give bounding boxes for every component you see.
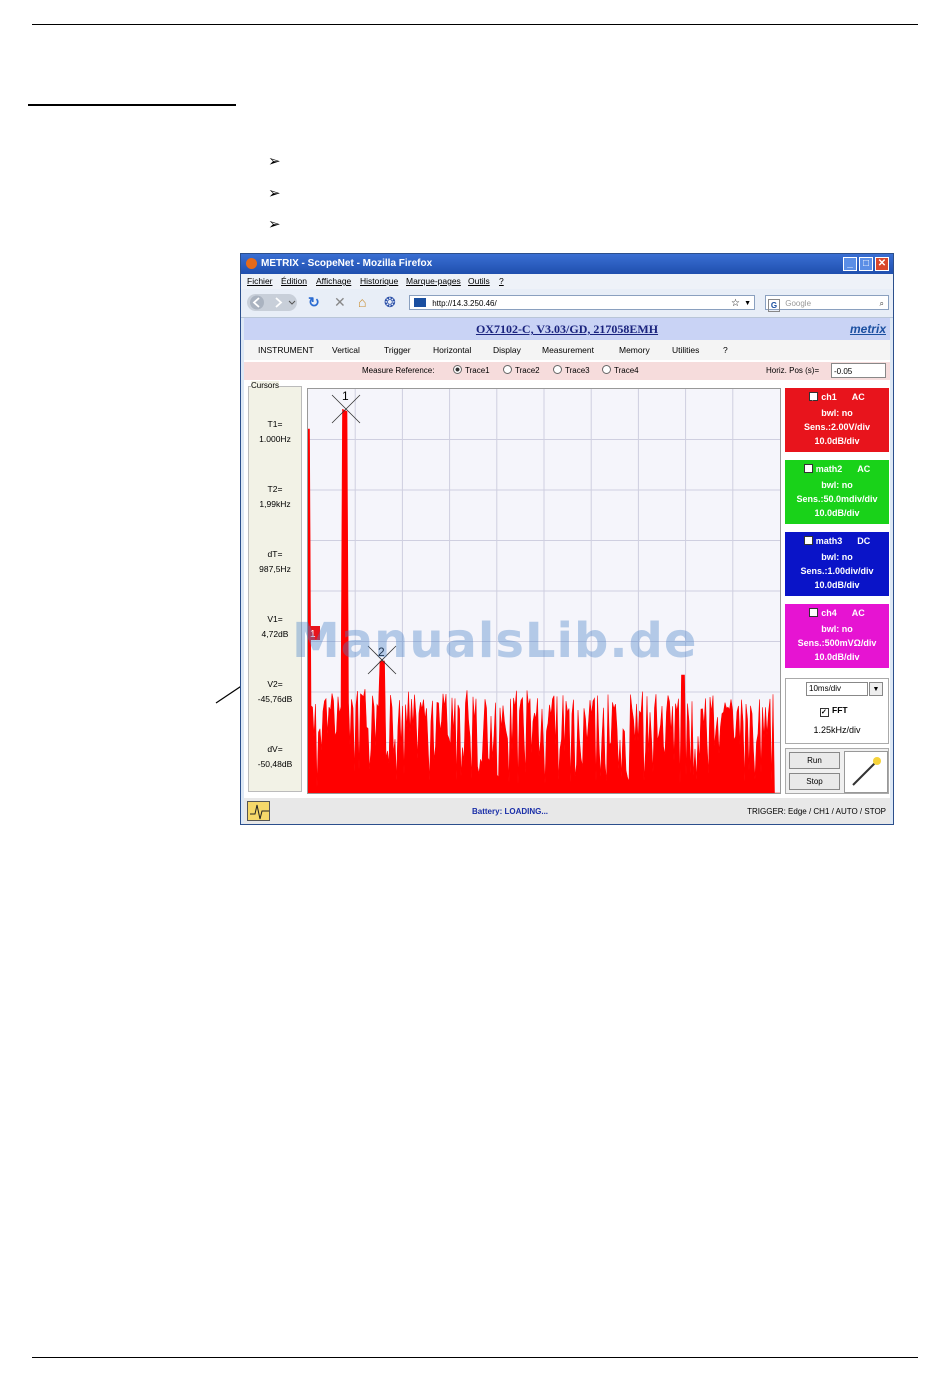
timebase-panel: 10ms/div ▼ ✓ FFT 1.25kHz/div xyxy=(785,678,889,744)
browser-window: METRIX - ScopeNet - Mozilla Firefox _ □ … xyxy=(240,253,894,825)
channel-math3-panel[interactable]: math3 DC bwl: no Sens.:1.00div/div 10.0d… xyxy=(785,532,889,596)
home-icon[interactable]: ⌂ xyxy=(358,295,366,309)
maximize-button[interactable]: □ xyxy=(859,257,873,271)
bullet-arrow: ➢ xyxy=(268,215,281,233)
app-menubar: INSTRUMENT Vertical Trigger Horizontal D… xyxy=(244,340,890,360)
math3-checkbox[interactable] xyxy=(803,536,813,545)
bottom-rule xyxy=(32,1357,918,1358)
fft-checkbox[interactable]: ✓ xyxy=(820,708,829,717)
menu-outils[interactable]: Outils xyxy=(468,276,490,286)
menu-marque-pages[interactable]: Marque-pages xyxy=(406,276,461,286)
app-header: OX7102-C, V3.03/GD, 217058EMH metrix xyxy=(244,318,890,340)
waveform-icon[interactable] xyxy=(247,801,270,821)
menu-affichage[interactable]: Affichage xyxy=(316,276,351,286)
menu-trigger[interactable]: Trigger xyxy=(384,345,411,355)
cursor-v2: V2= -45,76dB xyxy=(257,679,293,704)
trigger-status: TRIGGER: Edge / CH1 / AUTO / STOP xyxy=(747,807,886,816)
stop-icon[interactable]: ✕ xyxy=(334,295,346,309)
measure-reference-bar: Measure Reference: Trace1 Trace2 Trace3 … xyxy=(244,362,890,380)
radio-trace4[interactable]: Trace4 xyxy=(602,365,639,375)
status-bar: Battery: LOADING... TRIGGER: Edge / CH1 … xyxy=(244,798,890,824)
horiz-pos-input[interactable]: -0.05 xyxy=(831,363,886,378)
reload-icon[interactable]: ↻ xyxy=(308,295,320,309)
horiz-pos-label: Horiz. Pos (s)= xyxy=(766,366,820,375)
close-button[interactable]: ✕ xyxy=(875,257,889,271)
back-arrow-icon[interactable] xyxy=(247,294,297,311)
search-icon[interactable]: ⌕ xyxy=(880,296,884,311)
radio-trace2[interactable]: Trace2 xyxy=(503,365,540,375)
menu-vertical[interactable]: Vertical xyxy=(332,345,360,355)
menu-utilities[interactable]: Utilities xyxy=(672,345,699,355)
scopenet-app: OX7102-C, V3.03/GD, 217058EMH metrix INS… xyxy=(244,318,890,824)
url-dropdown-icon[interactable]: ▼ xyxy=(744,296,751,311)
search-box[interactable]: G Google ⌕ xyxy=(765,295,889,312)
section-underline xyxy=(28,104,236,106)
menu-instrument[interactable]: INSTRUMENT xyxy=(258,345,314,355)
metrix-logo: metrix xyxy=(849,322,886,336)
watermark: ManualsLib.de xyxy=(292,613,698,669)
measure-reference-label: Measure Reference: xyxy=(362,366,435,375)
google-icon: G xyxy=(768,299,780,312)
fft-plot-area[interactable]: 1 2 1 xyxy=(307,388,781,794)
addon-icon[interactable]: ❂ xyxy=(384,295,396,309)
battery-status: Battery: LOADING... xyxy=(472,807,549,816)
minimize-button[interactable]: _ xyxy=(843,257,857,271)
window-titlebar: METRIX - ScopeNet - Mozilla Firefox _ □ … xyxy=(241,254,893,274)
run-button[interactable]: Run xyxy=(789,752,840,769)
menu-help[interactable]: ? xyxy=(723,345,728,355)
url-bar[interactable]: http://14.3.250.46/ ☆ ▼ xyxy=(409,295,755,310)
window-title: METRIX - ScopeNet - Mozilla Firefox xyxy=(261,258,433,269)
fft-rate: 1.25kHz/div xyxy=(813,725,861,735)
fft-checkbox-row[interactable]: ✓ FFT xyxy=(820,705,848,717)
radio-trace3[interactable]: Trace3 xyxy=(553,365,590,375)
channel-ch1-panel[interactable]: ✓ ch1 AC bwl: no Sens.:2.00V/div 10.0dB/d… xyxy=(785,388,889,452)
bullet-arrow: ➢ xyxy=(268,152,281,170)
cursor-t2: T2= 1,99kHz xyxy=(259,484,291,509)
menu-horizontal[interactable]: Horizontal xyxy=(433,345,471,355)
menu-fichier[interactable]: Fichier xyxy=(247,276,273,286)
channel-math2-panel[interactable]: math2 AC bwl: no Sens.:50.0mdiv/div 10.0… xyxy=(785,460,889,524)
fft-plot[interactable]: 1 2 1 xyxy=(308,389,780,793)
ch1-checkbox[interactable]: ✓ xyxy=(809,392,819,403)
ch4-checkbox[interactable] xyxy=(809,608,819,617)
menu-edition[interactable]: Édition xyxy=(281,276,307,286)
menu-display[interactable]: Display xyxy=(493,345,521,355)
cursor-dv: dV= -50,48dB xyxy=(257,744,293,769)
bullet-arrow: ➢ xyxy=(268,184,281,202)
site-icon xyxy=(414,298,426,307)
autoset-wand-icon[interactable] xyxy=(844,751,888,793)
cursors-title: Cursors xyxy=(251,381,280,390)
instrument-title: OX7102-C, V3.03/GD, 217058EMH xyxy=(475,322,659,336)
menu-memory[interactable]: Memory xyxy=(619,345,650,355)
cursor-dt: dT= 987,5Hz xyxy=(259,549,291,574)
url-text: http://14.3.250.46/ xyxy=(432,299,497,308)
timebase-select[interactable]: 10ms/div ▼ xyxy=(806,682,883,696)
stop-button[interactable]: Stop xyxy=(789,773,840,790)
bookmark-star-icon[interactable]: ☆ xyxy=(731,296,740,311)
menu-help[interactable]: ? xyxy=(499,276,504,286)
channel-ch4-panel[interactable]: ch4 AC bwl: no Sens.:500mVΩ/div 10.0dB/d… xyxy=(785,604,889,668)
cursors-panel: Cursors T1= 1.000Hz T2= 1,99kHz dT= 987,5Hz… xyxy=(248,381,302,792)
navigation-toolbar: ↻ ✕ ⌂ ❂ http://14.3.250.46/ ☆ ▼ G Google… xyxy=(241,289,893,318)
menu-historique[interactable]: Historique xyxy=(360,276,398,286)
menu-measurement[interactable]: Measurement xyxy=(542,345,594,355)
firefox-icon xyxy=(246,258,257,269)
top-rule xyxy=(32,24,918,25)
run-stop-panel: Run Stop xyxy=(785,748,889,794)
math2-checkbox[interactable] xyxy=(803,464,813,473)
radio-trace1[interactable]: Trace1 xyxy=(453,365,490,375)
cursor-t1: T1= 1.000Hz xyxy=(259,419,291,444)
svg-text:1: 1 xyxy=(342,389,349,403)
search-placeholder: Google xyxy=(785,299,812,308)
chevron-down-icon[interactable]: ▼ xyxy=(869,682,883,696)
back-forward-group[interactable] xyxy=(247,294,297,311)
browser-menubar: Fichier Édition Affichage Historique Mar… xyxy=(241,274,893,289)
